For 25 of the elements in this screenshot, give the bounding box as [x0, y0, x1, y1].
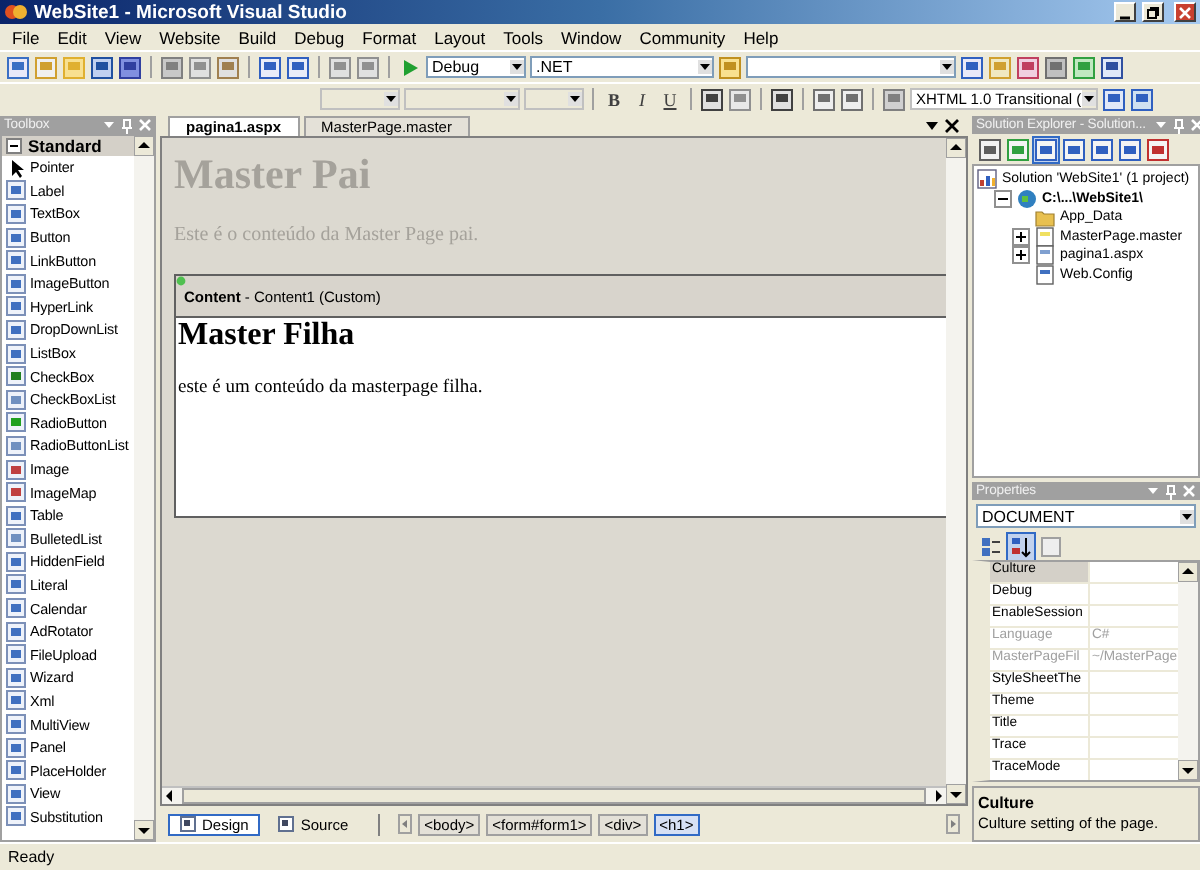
dropdown[interactable]: Debug [426, 56, 526, 78]
menu-item[interactable]: Debug [294, 27, 345, 47]
menu-item[interactable]: Window [560, 27, 622, 47]
menu-item[interactable]: Website [159, 27, 221, 47]
format-button[interactable]: B [602, 87, 626, 111]
menu-item[interactable]: Layout [434, 27, 486, 47]
menu-item[interactable]: Community [639, 27, 726, 47]
group-label: Standard [28, 136, 102, 156]
menu-item[interactable]: Build [238, 27, 277, 47]
menu-item[interactable]: Help [743, 27, 779, 47]
menu-item[interactable]: File [12, 27, 40, 47]
format-button[interactable]: U [658, 87, 682, 111]
dropdown[interactable]: .NET [530, 56, 714, 78]
menu-item[interactable]: View [104, 27, 142, 47]
menu-item[interactable]: Tools [503, 27, 543, 47]
menu-item[interactable]: Format [362, 27, 417, 47]
status-text: Ready [8, 848, 55, 866]
description-title: Culture [978, 794, 1036, 812]
menu-item[interactable]: Edit [57, 27, 87, 47]
content-text: este é um conteúdo da masterpage filha. [178, 378, 485, 398]
format-button[interactable]: I [630, 87, 654, 111]
window-title: WebSite1 - Microsoft Visual Studio [34, 1, 347, 23]
toolbox-group[interactable]: Standard [2, 136, 134, 156]
dropdown[interactable]: DOCUMENT [976, 504, 1196, 528]
content-heading: Master Filha [178, 318, 357, 354]
